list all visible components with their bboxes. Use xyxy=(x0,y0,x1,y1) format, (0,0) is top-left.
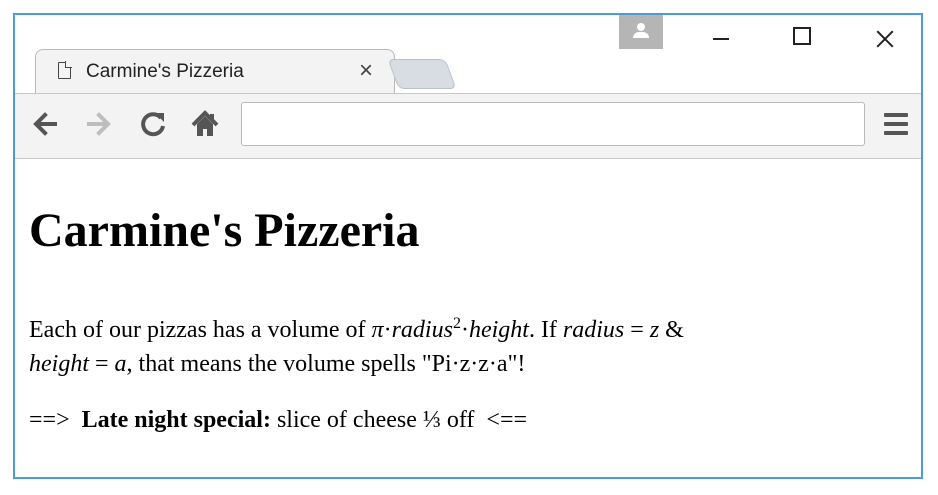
left-arrow-text: ==> xyxy=(29,407,70,433)
pi-symbol: π xyxy=(371,317,384,343)
z-term: z xyxy=(649,317,660,343)
late-night-special: ==> Late night special: slice of cheese … xyxy=(29,407,527,434)
toolbar xyxy=(15,93,921,159)
text: & xyxy=(659,317,684,343)
pizza-volume-paragraph: Each of our pizzas has a volume of π·rad… xyxy=(29,313,899,381)
home-icon[interactable] xyxy=(187,104,223,144)
exponent: 2 xyxy=(452,315,461,332)
a-term: a xyxy=(114,351,127,377)
address-bar[interactable] xyxy=(241,102,865,146)
reload-icon[interactable] xyxy=(135,104,171,144)
browser-tab[interactable]: Carmine's Pizzeria × xyxy=(35,49,395,94)
text: Each of our pizzas has a volume of xyxy=(29,317,372,343)
right-arrow-text: <== xyxy=(486,407,528,433)
avatar-head xyxy=(637,23,645,31)
new-tab-button[interactable] xyxy=(387,59,457,89)
arrow-left-icon[interactable] xyxy=(27,104,63,144)
user-avatar-icon[interactable] xyxy=(619,15,663,49)
hamburger-menu-icon[interactable] xyxy=(881,108,911,140)
height-term: height xyxy=(468,317,529,343)
height-term: height xyxy=(29,351,89,377)
special-text: slice of cheese ⅓ off xyxy=(270,407,475,433)
close-icon[interactable] xyxy=(855,15,915,59)
text: . If xyxy=(528,317,563,343)
text: = xyxy=(624,317,650,343)
dot: · xyxy=(460,317,469,343)
special-label: Late night special: xyxy=(81,407,271,433)
arrow-right-icon[interactable] xyxy=(81,104,117,144)
browser-window: Carmine's Pizzeria × Carmine's Pizzeria … xyxy=(13,13,923,479)
text: , that means the volume spells "Pi·z·z·a… xyxy=(126,351,526,377)
dot: · xyxy=(383,317,392,343)
minimize-icon[interactable] xyxy=(691,15,751,59)
tab-title: Carmine's Pizzeria xyxy=(86,61,244,82)
avatar-body xyxy=(633,32,649,38)
maximize-icon[interactable] xyxy=(771,15,831,59)
page-heading: Carmine's Pizzeria xyxy=(29,204,420,257)
page-icon xyxy=(58,61,72,79)
page-content: Carmine's Pizzeria Each of our pizzas ha… xyxy=(15,159,921,477)
radius-term: radius xyxy=(391,317,453,343)
radius-term: radius xyxy=(562,317,625,343)
text: = xyxy=(89,351,115,377)
tab-close-icon[interactable]: × xyxy=(354,59,378,83)
